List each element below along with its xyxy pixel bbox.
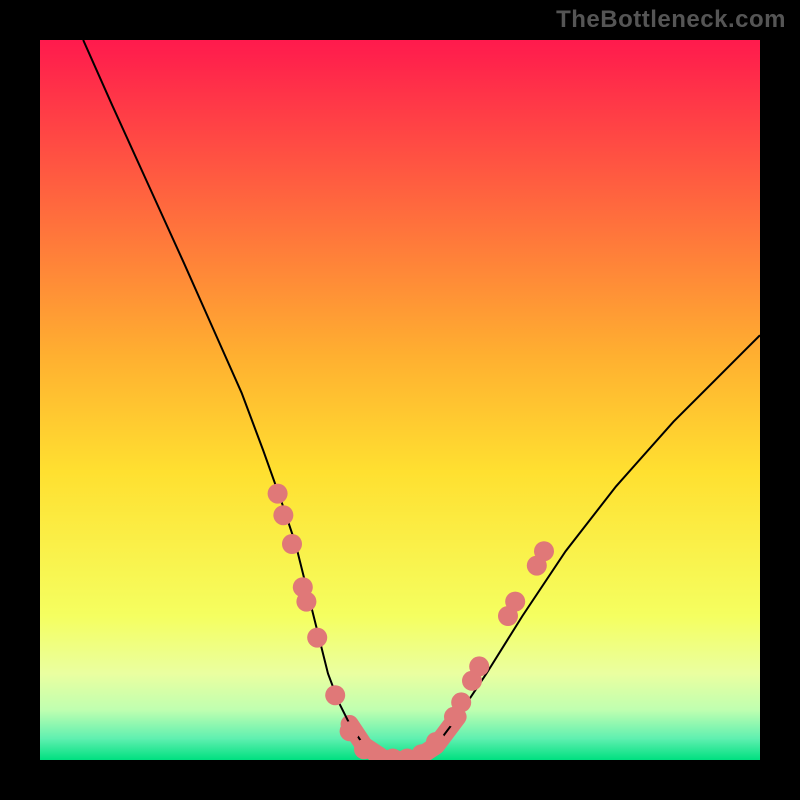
marker-dot [505,592,525,612]
marker-dot [325,685,345,705]
marker-dot [451,692,471,712]
plot-inner [40,40,760,760]
marker-dot [426,732,446,752]
marker-dot [268,484,288,504]
marker-dot [534,541,554,561]
curve-layer [40,40,760,760]
bottleneck-curve [83,40,760,760]
watermark-text: TheBottleneck.com [556,6,786,34]
marker-dot [340,721,360,741]
marker-dot [469,656,489,676]
plot-area [40,40,760,760]
marker-dot [296,592,316,612]
marker-dot [273,505,293,525]
marker-dot [307,628,327,648]
chart-container: TheBottleneck.com [0,0,800,800]
marker-points [268,484,554,760]
marker-dot [282,534,302,554]
